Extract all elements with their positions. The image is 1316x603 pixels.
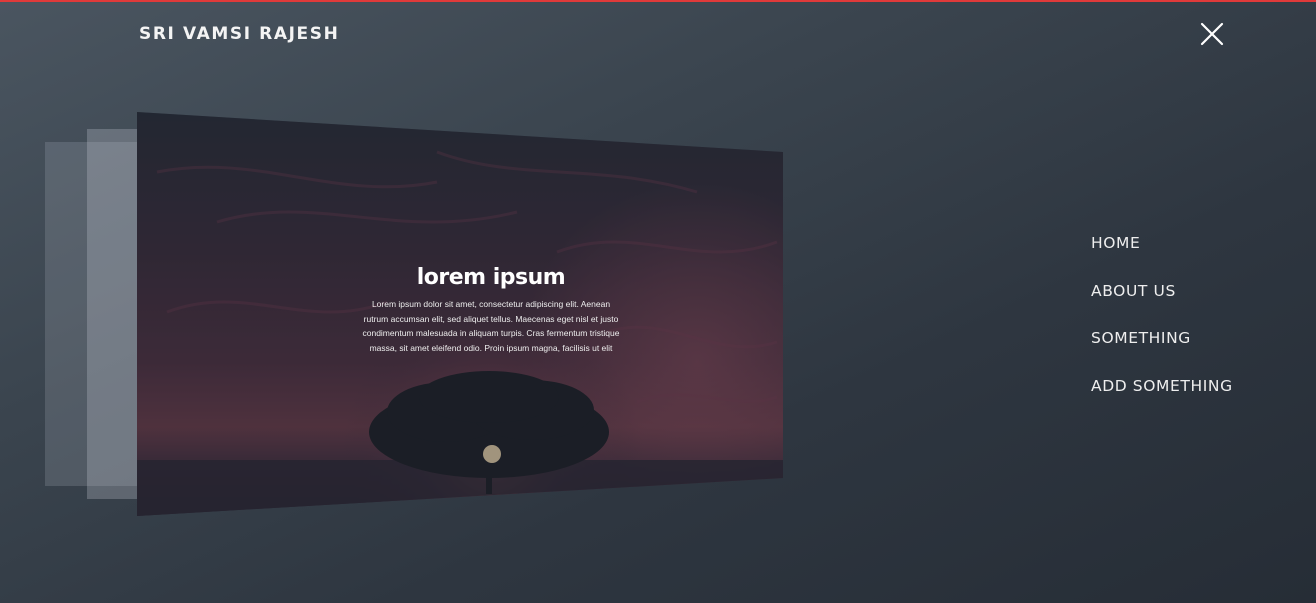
active-slide[interactable]: lorem ipsum Lorem ipsum dolor sit amet, … bbox=[137, 112, 783, 516]
nav-item-home[interactable]: HOME bbox=[1091, 232, 1233, 255]
main-navigation: HOME ABOUT US SOMETHING ADD SOMETHING bbox=[1091, 232, 1233, 422]
nav-item-add-something[interactable]: ADD SOMETHING bbox=[1091, 375, 1233, 398]
slide-title: lorem ipsum bbox=[416, 265, 566, 290]
top-accent-bar bbox=[0, 0, 1316, 2]
nav-item-about-us[interactable]: ABOUT US bbox=[1091, 280, 1233, 303]
slide-body-text: Lorem ipsum dolor sit amet, consectetur … bbox=[362, 299, 620, 353]
site-brand[interactable]: SRI VAMSI RAJESH bbox=[139, 23, 339, 45]
close-icon bbox=[1200, 22, 1224, 46]
slide-caption: lorem ipsum Lorem ipsum dolor sit amet, … bbox=[361, 262, 621, 355]
close-menu-button[interactable] bbox=[1198, 20, 1226, 48]
nav-item-something[interactable]: SOMETHING bbox=[1091, 327, 1233, 350]
